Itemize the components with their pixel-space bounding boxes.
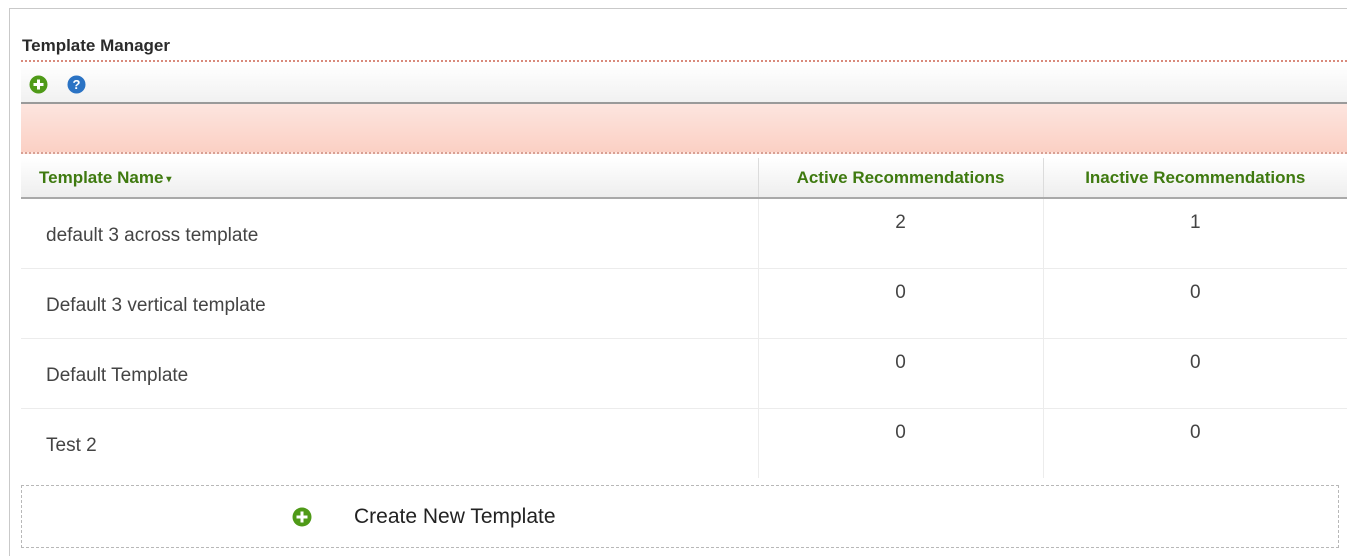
svg-text:?: ?: [73, 77, 81, 92]
sort-desc-icon: ▾: [166, 173, 172, 185]
inactive-count-cell: 0: [1042, 268, 1347, 339]
table-row[interactable]: default 3 across template 2 1: [21, 198, 1347, 269]
active-count-cell: 2: [757, 198, 1043, 269]
column-header-template-name[interactable]: Template Name ▾: [21, 158, 758, 199]
active-count-cell: 0: [757, 338, 1043, 409]
toolbar: ?: [21, 64, 1347, 104]
template-name-cell[interactable]: Default 3 vertical template: [21, 268, 758, 339]
inactive-count-cell: 1: [1042, 198, 1347, 269]
add-circle-icon: [292, 507, 312, 527]
templates-table: Template Name ▾ Active Recommendations In…: [21, 158, 1347, 478]
create-new-template-label: Create New Template: [354, 505, 556, 528]
template-name-cell[interactable]: Test 2: [21, 408, 758, 478]
table-header-row: Template Name ▾ Active Recommendations In…: [21, 158, 1347, 199]
active-count-cell: 0: [757, 408, 1043, 478]
panel-title: Template Manager: [22, 36, 171, 55]
add-icon[interactable]: [29, 75, 48, 94]
help-icon[interactable]: ?: [67, 75, 86, 94]
inactive-count-cell: 0: [1042, 338, 1347, 409]
inactive-count-cell: 0: [1042, 408, 1347, 478]
template-name-cell[interactable]: default 3 across template: [21, 198, 758, 269]
column-header-template-name-label: Template Name: [39, 167, 164, 187]
table-row[interactable]: Default Template 0 0: [21, 338, 1347, 409]
column-header-inactive[interactable]: Inactive Recommendations: [1042, 158, 1347, 199]
table-row[interactable]: Default 3 vertical template 0 0: [21, 268, 1347, 339]
template-name-cell[interactable]: Default Template: [21, 338, 758, 409]
title-divider: [21, 60, 1347, 62]
create-new-template-button[interactable]: Create New Template: [21, 485, 1339, 548]
column-header-active[interactable]: Active Recommendations: [757, 158, 1043, 199]
active-count-cell: 0: [757, 268, 1043, 339]
message-bar: [21, 104, 1347, 154]
table-row[interactable]: Test 2 0 0: [21, 408, 1347, 478]
